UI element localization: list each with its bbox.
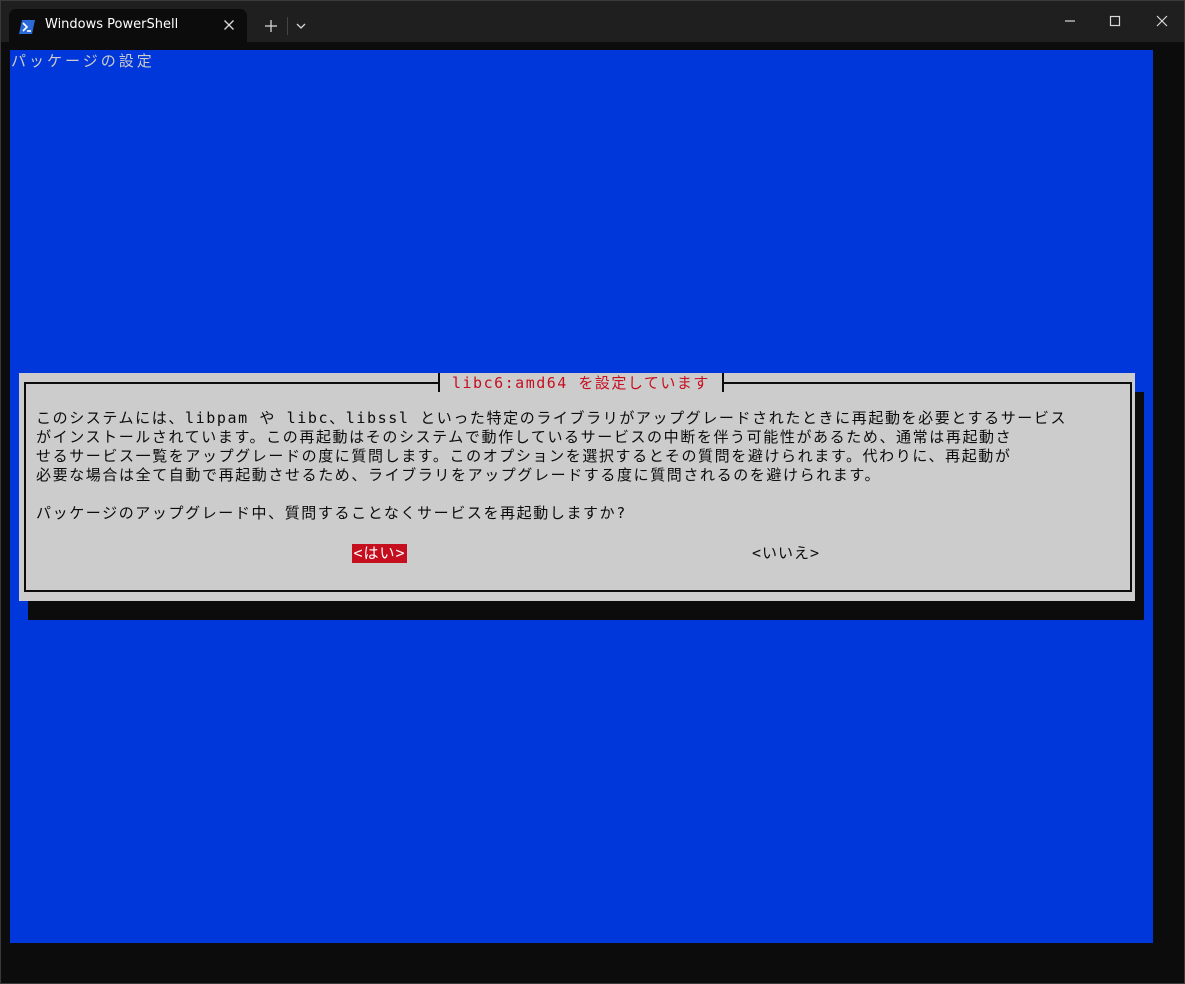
dialog-title: libc6:amd64 を設定しています (452, 374, 710, 392)
close-window-button[interactable] (1138, 1, 1184, 41)
dialog-title-box: libc6:amd64 を設定しています (438, 373, 724, 392)
minimize-button[interactable] (1047, 1, 1093, 41)
dialog-line: 必要な場合は全て自動で再起動させるため、ライブラリをアップグレードする度に質問さ… (36, 466, 882, 484)
maximize-icon (1109, 15, 1121, 27)
dialog-line: がインストールされています。この再起動はそのシステムで動作しているサービスの中断… (36, 428, 1013, 446)
tab-dropdown-button[interactable] (290, 14, 312, 38)
yes-button[interactable]: <はい> (352, 544, 407, 563)
dialog-question: パッケージのアップグレード中、質問することなくサービスを再起動しますか? (36, 504, 627, 522)
minimize-icon (1065, 20, 1075, 22)
dialog-line: このシステムには、libpam や libc、libssl といった特定のライブ… (36, 409, 1068, 427)
chevron-down-icon (296, 23, 306, 29)
terminal-screen[interactable]: パッケージの設定 libc6:amd64 を設定しています このシステムには、l… (10, 50, 1153, 943)
close-icon (1156, 15, 1168, 27)
screen-title: パッケージの設定 (11, 52, 155, 70)
new-tab-button[interactable] (259, 14, 283, 38)
config-dialog: libc6:amd64 を設定しています このシステムには、libpam や l… (19, 373, 1135, 601)
tab-separator (287, 17, 288, 35)
no-button[interactable]: <いいえ> (748, 544, 824, 563)
powershell-icon (19, 19, 35, 34)
tab-title: Windows PowerShell (45, 17, 179, 32)
dialog-body: このシステムには、libpam や libc、libssl といった特定のライブ… (36, 409, 1116, 523)
maximize-button[interactable] (1092, 1, 1138, 41)
plus-icon (265, 20, 277, 32)
dialog-line: せるサービス一覧をアップグレードの度に質問します。このオプションを選択するとその… (36, 447, 1012, 465)
title-bar[interactable]: Windows PowerShell (1, 1, 1184, 42)
close-icon[interactable] (221, 17, 237, 33)
terminal-window: Windows PowerShell パッケージの設定 libc6:amd64 … (0, 0, 1185, 984)
tab-powershell[interactable]: Windows PowerShell (9, 9, 247, 42)
